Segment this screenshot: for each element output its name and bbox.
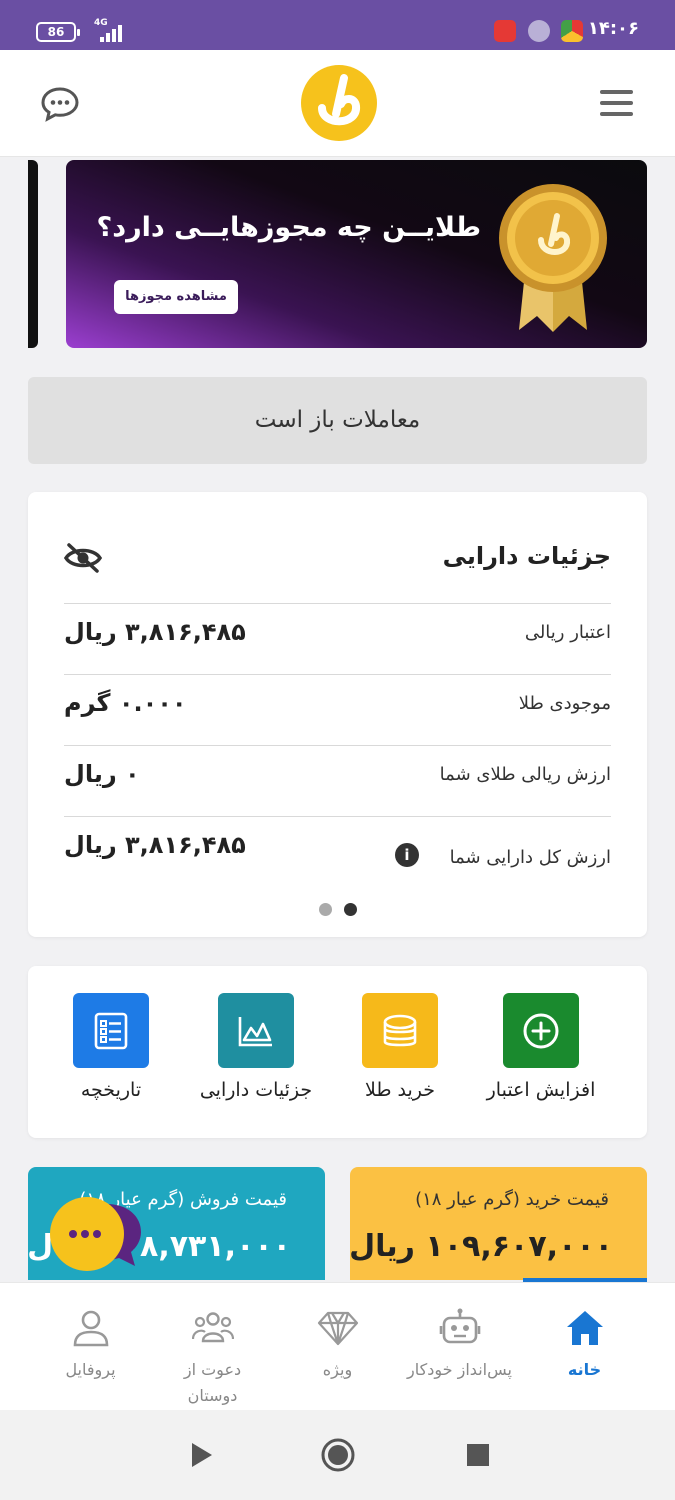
recents-square-icon[interactable] [467, 1444, 489, 1466]
buy-price-card[interactable]: قیمت خرید (گرم عیار ۱۸) ۱۰۹,۶۰۷,۰۰۰ ریال [350, 1167, 647, 1280]
nav-label: پروفایل [65, 1360, 116, 1379]
home-circle-icon[interactable] [321, 1438, 355, 1472]
nav-invite-friends[interactable]: دعوت از دوستان [145, 1283, 280, 1411]
nav-profile[interactable]: پروفایل [23, 1283, 158, 1411]
previous-banner-edge[interactable] [28, 160, 38, 348]
nav-label: خانه [567, 1360, 602, 1379]
trade-status-banner: معاملات باز است [28, 377, 647, 464]
home-icon [567, 1311, 603, 1345]
asset-row-value: ۰.۰۰۰ گرم [64, 689, 187, 717]
nav-auto-save[interactable]: پس‌انداز خودکار [392, 1283, 527, 1411]
action-tile [73, 993, 149, 1068]
nav-label: پس‌انداز خودکار [407, 1360, 512, 1379]
talayin-logo-icon [301, 65, 377, 141]
licenses-banner[interactable]: طلایــن چه مجوزهایــی دارد؟ مشاهده مجوزه… [66, 160, 647, 348]
nav-label: ویژه [322, 1360, 353, 1379]
nav-home[interactable]: خانه [517, 1283, 652, 1411]
nav-label: دعوت از دوستان [183, 1360, 242, 1405]
bottom-navigation: خانه پس‌انداز خودکار ویژه دعوت از دوستان [0, 1282, 675, 1410]
asset-card-title: جزئیات دارایی [442, 542, 611, 570]
asset-details-card: جزئیات دارایی اعتبار ریالی ۳,۸۱۶,۴۸۵ ریا… [28, 492, 647, 937]
system-navigation-bar [0, 1410, 675, 1500]
support-chat-button[interactable] [49, 1194, 147, 1280]
action-history[interactable]: تاریخچه [36, 966, 186, 1138]
banner-title: طلایــن چه مجوزهایــی دارد؟ [96, 212, 481, 243]
asset-row-label: ارزش کل دارایی شما [449, 847, 611, 868]
buy-price-title: قیمت خرید (گرم عیار ۱۸) [415, 1189, 609, 1210]
action-asset-details[interactable]: جزئیات دارایی [181, 966, 331, 1138]
nav-special[interactable]: ویژه [270, 1283, 405, 1411]
info-icon[interactable]: i [395, 843, 419, 867]
asset-row-label: ارزش ریالی طلای شما [439, 764, 611, 785]
checklist-icon [94, 1012, 128, 1050]
action-tile [362, 993, 438, 1068]
action-tile [503, 993, 579, 1068]
asset-row-value: ۳,۸۱۶,۴۸۵ ریال [64, 831, 246, 859]
coins-icon [383, 1014, 417, 1047]
asset-row-label: موجودی طلا [518, 693, 611, 714]
group-icon [192, 1312, 234, 1343]
signal-icon [100, 24, 128, 42]
action-tile [218, 993, 294, 1068]
asset-row: اعتبار ریالی ۳,۸۱۶,۴۸۵ ریال [64, 603, 611, 674]
app-logo[interactable] [300, 64, 378, 142]
plus-circle-icon [523, 1013, 559, 1049]
battery-level: 86 [47, 25, 65, 39]
asset-row: ارزش ریالی طلای شما ۰ ریال [64, 745, 611, 816]
pagination-dot[interactable] [318, 903, 332, 916]
gold-medal-icon [499, 184, 607, 332]
menu-button[interactable] [600, 88, 633, 118]
chat-button[interactable] [40, 86, 80, 122]
action-buy-gold[interactable]: خرید طلا [325, 966, 475, 1138]
battery-icon: 86 [36, 22, 80, 42]
action-label: جزئیات دارایی [199, 1079, 313, 1101]
pagination-dot-active[interactable] [343, 903, 357, 916]
asset-row: موجودی طلا ۰.۰۰۰ گرم [64, 674, 611, 745]
buy-price-value: ۱۰۹,۶۰۷,۰۰۰ ریال [350, 1229, 613, 1264]
support-chat-icon [50, 1197, 141, 1271]
status-bar: 86 4G ۱۴:۰۶ [0, 0, 675, 50]
eye-off-icon[interactable] [64, 542, 102, 574]
view-licenses-button[interactable]: مشاهده مجوزها [114, 280, 238, 314]
action-increase-credit[interactable]: افزایش اعتبار [466, 966, 616, 1138]
notification-app-icon [494, 20, 516, 42]
quick-actions: افزایش اعتبار خرید طلا جزئیات دارایی تار… [28, 966, 647, 1138]
status-clock: ۱۴:۰۶ [587, 18, 639, 39]
chat-bubble-icon [41, 87, 79, 122]
app-header [0, 50, 675, 157]
back-triangle-icon[interactable] [190, 1442, 214, 1468]
asset-row-value: ۳,۸۱۶,۴۸۵ ریال [64, 618, 246, 646]
carousel-pagination [28, 901, 647, 920]
chart-icon [238, 1017, 272, 1047]
diamond-icon [317, 1311, 359, 1346]
asset-row-value: ۰ ریال [64, 760, 140, 788]
asset-row-label: اعتبار ریالی [524, 622, 611, 643]
chrome-app-icon [561, 20, 583, 42]
asset-row: ارزش کل دارایی شما i ۳,۸۱۶,۴۸۵ ریال [64, 816, 611, 887]
action-label: تاریخچه [80, 1079, 142, 1101]
user-icon [73, 1310, 109, 1347]
robot-icon [439, 1308, 481, 1344]
shield-app-icon [528, 20, 550, 42]
